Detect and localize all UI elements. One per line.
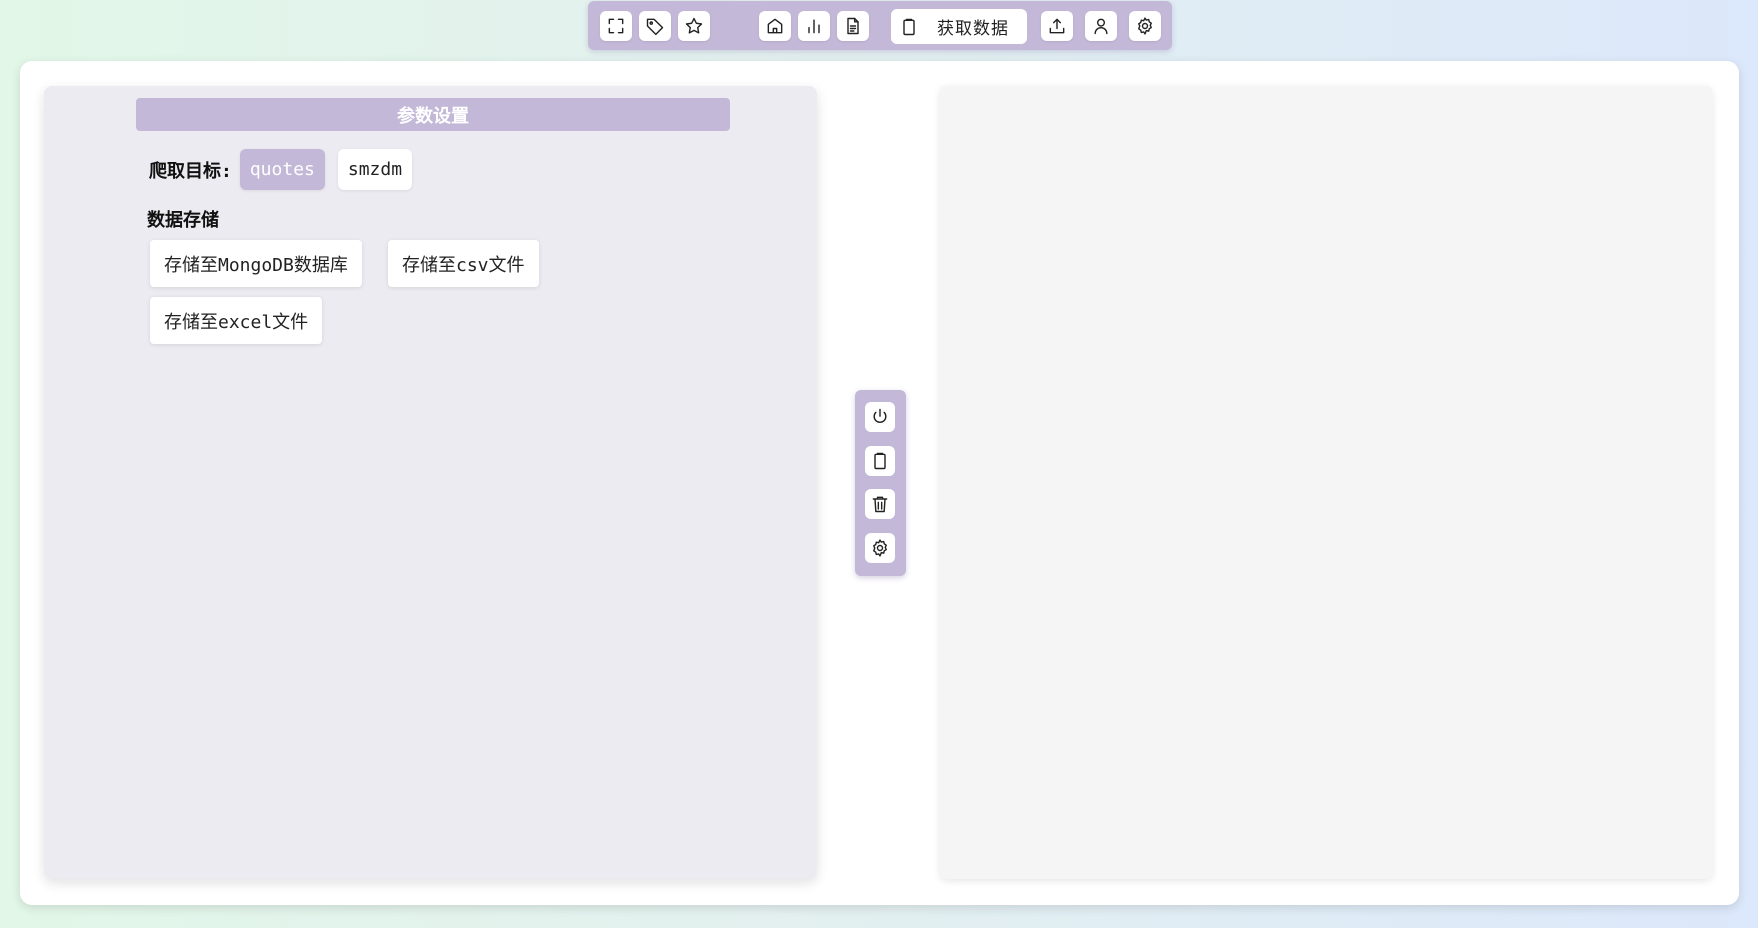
target-option-smzdm[interactable]: smzdm [337,149,413,190]
crawl-target-label: 爬取目标: [149,160,232,182]
panel-title: 参数设置 [136,98,730,131]
clipboard-icon [903,18,915,35]
fetch-data-button[interactable]: 获取数据 [891,9,1027,44]
user-icon [1094,18,1108,35]
trash-icon [872,496,888,513]
home-button[interactable] [759,11,791,41]
main-card: 参数设置 爬取目标: quotes smzdm 数据存储 存储至MongoDB数… [20,61,1739,905]
crawl-target-row: 爬取目标: quotes smzdm [149,149,425,190]
upload-button[interactable] [1041,11,1073,41]
tag-button[interactable] [639,11,671,41]
clipboard-button[interactable] [865,446,895,476]
star-icon [685,17,703,34]
target-option-quotes[interactable]: quotes [239,149,325,190]
bar-chart-icon [808,19,820,34]
side-settings-button[interactable] [865,533,895,563]
power-icon [873,408,887,424]
user-button[interactable] [1085,11,1117,41]
settings-panel: 参数设置 爬取目标: quotes smzdm 数据存储 存储至MongoDB数… [44,86,817,879]
store-excel-button[interactable]: 存储至excel文件 [150,297,323,344]
store-mongodb-button[interactable]: 存储至MongoDB数据库 [150,240,362,287]
star-button[interactable] [678,11,710,41]
delete-button[interactable] [865,489,895,519]
top-toolbar: 获取数据 [588,1,1172,50]
document-icon [847,17,859,35]
home-icon [767,18,783,34]
gear-icon [1138,17,1152,35]
tag-icon [646,18,664,36]
output-panel [940,86,1712,879]
fetch-data-label: 获取数据 [937,19,1009,39]
settings-button[interactable] [1129,11,1161,41]
document-button[interactable] [837,11,869,41]
store-csv-button[interactable]: 存储至csv文件 [388,240,539,287]
fullscreen-icon [608,18,624,34]
clipboard-icon [874,452,886,470]
upload-icon [1049,18,1065,34]
power-button[interactable] [865,402,895,432]
gear-icon [873,539,887,557]
fullscreen-button[interactable] [600,11,632,41]
storage-section-label: 数据存储 [147,210,219,231]
chart-button[interactable] [798,11,830,41]
side-toolbar [855,390,906,576]
